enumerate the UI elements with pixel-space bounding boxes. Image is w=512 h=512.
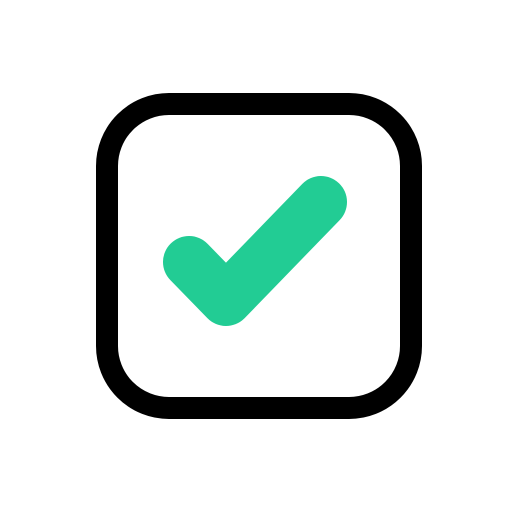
checkmark-icon [163,176,347,326]
checked-checkbox-icon[interactable] [0,0,512,512]
icon-canvas [0,0,512,512]
